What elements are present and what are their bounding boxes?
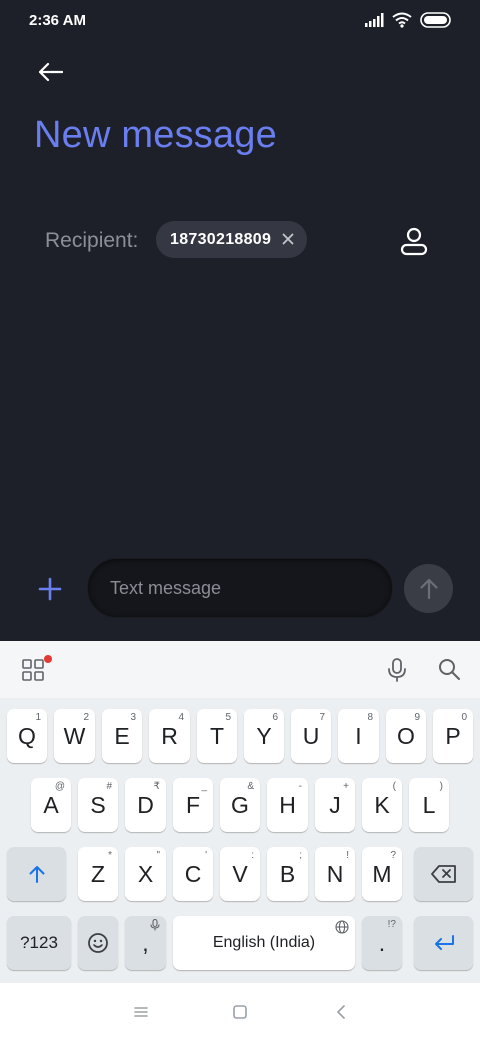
back-button[interactable] bbox=[30, 55, 70, 89]
on-screen-keyboard: 1Q 2W 3E 4R 5T 6Y 7U 8I 9O 0P @ A # S ₹ D _… bbox=[0, 641, 480, 983]
key-w[interactable]: 2W bbox=[54, 709, 95, 763]
key-x[interactable]: " X bbox=[125, 847, 166, 901]
key-y[interactable]: 6Y bbox=[244, 709, 284, 763]
status-bar: 2:36 AM bbox=[0, 0, 480, 44]
recipient-chip[interactable]: 18730218809 bbox=[156, 221, 307, 258]
attach-button[interactable] bbox=[33, 572, 67, 606]
home-button[interactable] bbox=[228, 1001, 252, 1023]
comma-key[interactable]: , bbox=[125, 916, 166, 970]
battery-icon bbox=[420, 12, 451, 28]
shift-arrow-icon bbox=[29, 866, 44, 883]
wifi-icon bbox=[392, 12, 412, 28]
key-f[interactable]: _ F bbox=[173, 778, 213, 832]
text-message-input[interactable] bbox=[88, 559, 392, 617]
key-g[interactable]: & G bbox=[220, 778, 260, 832]
contact-picker-button[interactable] bbox=[398, 225, 430, 257]
shift-key[interactable] bbox=[7, 847, 66, 901]
status-time: 2:36 AM bbox=[29, 12, 86, 29]
key-o[interactable]: 9O bbox=[386, 709, 426, 763]
notification-dot bbox=[44, 655, 52, 663]
chevron-left-icon bbox=[337, 1005, 345, 1019]
system-nav-bar bbox=[0, 983, 480, 1040]
key-m[interactable]: ? M bbox=[362, 847, 402, 901]
key-p[interactable]: 0P bbox=[433, 709, 473, 763]
message-composer bbox=[0, 558, 480, 620]
plus-icon bbox=[38, 577, 62, 601]
recipient-row: Recipient: 18730218809 bbox=[45, 221, 445, 259]
key-q[interactable]: 1Q bbox=[7, 709, 47, 763]
back-nav-button[interactable] bbox=[329, 1001, 353, 1023]
key-s[interactable]: # S bbox=[78, 778, 118, 832]
signal-icon bbox=[365, 13, 384, 27]
key-n[interactable]: ! N bbox=[315, 847, 355, 901]
status-icons bbox=[364, 12, 452, 28]
key-b[interactable]: ; B bbox=[267, 847, 308, 901]
home-square-icon bbox=[233, 1005, 247, 1019]
backspace-key[interactable] bbox=[414, 847, 473, 901]
back-arrow-icon bbox=[38, 62, 63, 82]
page-title: New message bbox=[34, 114, 277, 156]
send-button[interactable] bbox=[404, 564, 453, 613]
space-key[interactable]: English (India) bbox=[173, 916, 355, 970]
key-d[interactable]: ₹ D bbox=[125, 778, 166, 832]
close-icon[interactable] bbox=[279, 230, 297, 248]
key-t[interactable]: 5T bbox=[197, 709, 237, 763]
enter-key[interactable] bbox=[414, 916, 473, 970]
key-j[interactable]: + J bbox=[315, 778, 355, 832]
mic-hint-icon bbox=[150, 919, 160, 931]
recipient-label: Recipient: bbox=[45, 229, 139, 252]
recipient-chip-number: 18730218809 bbox=[170, 230, 272, 248]
microphone-icon[interactable] bbox=[385, 657, 409, 683]
apps-grid-icon[interactable] bbox=[21, 658, 45, 682]
key-e[interactable]: 3E bbox=[102, 709, 142, 763]
symbols-key[interactable]: ?123 bbox=[7, 916, 71, 970]
key-l[interactable]: ) L bbox=[409, 778, 449, 832]
key-i[interactable]: 8I bbox=[338, 709, 379, 763]
recent-apps-button[interactable] bbox=[129, 1001, 153, 1023]
key-k[interactable]: (K bbox=[362, 778, 402, 832]
emoji-key[interactable] bbox=[78, 916, 118, 970]
arrow-up-icon bbox=[419, 578, 438, 599]
enter-icon bbox=[434, 935, 454, 950]
person-icon bbox=[400, 227, 428, 256]
key-r[interactable]: 4R bbox=[149, 709, 190, 763]
key-u[interactable]: 7U bbox=[291, 709, 331, 763]
globe-icon bbox=[335, 920, 349, 934]
messaging-app: 2:36 AM New message Recipient: 187302188… bbox=[0, 0, 480, 641]
keyboard-toolbar bbox=[0, 641, 480, 698]
emoji-icon bbox=[88, 933, 108, 953]
period-key[interactable]: !?. bbox=[362, 916, 402, 970]
backspace-icon bbox=[430, 865, 456, 883]
key-c[interactable]: ' C bbox=[173, 847, 213, 901]
key-v[interactable]: :V bbox=[220, 847, 260, 901]
key-h[interactable]: -H bbox=[267, 778, 308, 832]
key-a[interactable]: @ A bbox=[31, 778, 71, 832]
search-icon[interactable] bbox=[437, 657, 461, 681]
menu-icon bbox=[134, 1007, 148, 1017]
key-z[interactable]: * Z bbox=[78, 847, 118, 901]
